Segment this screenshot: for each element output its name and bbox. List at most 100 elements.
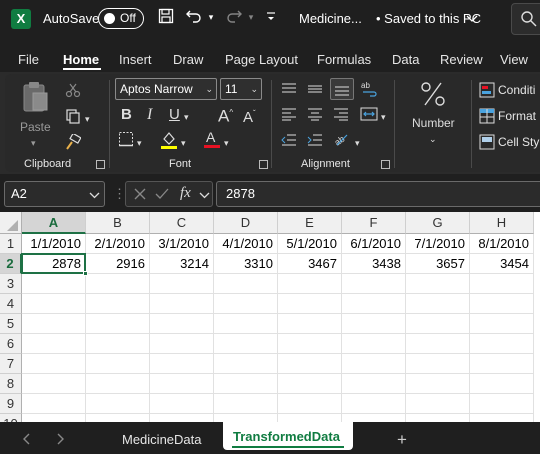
cell-e10[interactable] <box>278 414 342 422</box>
row-header-6[interactable]: 6 <box>0 334 22 354</box>
fill-color-icon[interactable] <box>160 130 178 155</box>
align-center-icon[interactable] <box>307 107 323 126</box>
font-color-dropdown-icon[interactable]: ▾ <box>224 134 229 152</box>
font-name-dropdown[interactable]: Aptos Narrow ⌄ <box>115 78 217 100</box>
alignment-launcher-icon[interactable] <box>381 160 390 169</box>
italic-icon[interactable]: I <box>147 106 152 124</box>
chevron-down-icon[interactable] <box>466 10 478 27</box>
cell-f2[interactable]: 3438 <box>342 254 406 274</box>
cell-f9[interactable] <box>342 394 406 414</box>
number-dropdown-icon[interactable]: ⌄ <box>429 130 437 148</box>
cell-f10[interactable] <box>342 414 406 422</box>
font-size-dropdown[interactable]: 11 ⌄ <box>220 78 262 100</box>
align-left-icon[interactable] <box>281 107 297 126</box>
orientation-icon[interactable]: ab <box>333 130 351 153</box>
cell-c8[interactable] <box>150 374 214 394</box>
cell-b9[interactable] <box>86 394 150 414</box>
cell-h7[interactable] <box>470 354 534 374</box>
cell-d8[interactable] <box>214 374 278 394</box>
column-header-g[interactable]: G <box>406 212 470 234</box>
autosave-toggle[interactable]: Off <box>98 8 144 29</box>
cell-e6[interactable] <box>278 334 342 354</box>
chevron-down-icon[interactable] <box>199 187 210 205</box>
cell-g4[interactable] <box>406 294 470 314</box>
conditional-formatting-button[interactable]: Conditi <box>498 83 535 97</box>
cell-e8[interactable] <box>278 374 342 394</box>
cell-g2[interactable]: 3657 <box>406 254 470 274</box>
cell-b1[interactable]: 2/1/2010 <box>86 234 150 254</box>
cell-c5[interactable] <box>150 314 214 334</box>
cell-b4[interactable] <box>86 294 150 314</box>
paste-dropdown-icon[interactable]: ▾ <box>31 134 36 152</box>
cell-f8[interactable] <box>342 374 406 394</box>
tab-page-layout[interactable]: Page Layout <box>225 52 298 67</box>
cell-c3[interactable] <box>150 274 214 294</box>
top-align-icon[interactable] <box>281 82 297 101</box>
cell-h9[interactable] <box>470 394 534 414</box>
tab-data[interactable]: Data <box>392 52 419 67</box>
orientation-dropdown-icon[interactable]: ▾ <box>355 134 360 152</box>
bottom-align-icon[interactable] <box>330 78 354 100</box>
cell-h6[interactable] <box>470 334 534 354</box>
column-header-a[interactable]: A <box>22 212 86 234</box>
cell-b8[interactable] <box>86 374 150 394</box>
cell-b7[interactable] <box>86 354 150 374</box>
cell-b3[interactable] <box>86 274 150 294</box>
cell-h4[interactable] <box>470 294 534 314</box>
cell-c4[interactable] <box>150 294 214 314</box>
cell-e2[interactable]: 3467 <box>278 254 342 274</box>
row-header-9[interactable]: 9 <box>0 394 22 414</box>
column-header-b[interactable]: B <box>86 212 150 234</box>
column-header-d[interactable]: D <box>214 212 278 234</box>
column-header-e[interactable]: E <box>278 212 342 234</box>
merge-center-icon[interactable] <box>360 106 378 127</box>
tab-view[interactable]: View <box>500 52 528 67</box>
scroll-right-icon[interactable] <box>55 432 65 450</box>
scroll-left-icon[interactable] <box>22 432 32 450</box>
cell-d5[interactable] <box>214 314 278 334</box>
underline-dropdown-icon[interactable]: ▾ <box>184 108 189 126</box>
cell-b6[interactable] <box>86 334 150 354</box>
underline-icon[interactable]: U <box>169 106 180 124</box>
format-as-table-icon[interactable] <box>479 108 495 129</box>
format-painter-icon[interactable] <box>65 132 82 155</box>
cell-g8[interactable] <box>406 374 470 394</box>
row-header-7[interactable]: 7 <box>0 354 22 374</box>
format-as-table-button[interactable]: Format <box>498 109 536 123</box>
spreadsheet-grid[interactable]: A B C D E F G H 1 1/1/2010 2/1/2010 3/1/2010 4/1/201… <box>0 212 540 422</box>
chevron-down-icon[interactable] <box>89 187 100 205</box>
fill-handle[interactable] <box>83 271 88 276</box>
undo-dropdown-icon[interactable]: ▾ <box>206 12 216 23</box>
cell-e7[interactable] <box>278 354 342 374</box>
merge-dropdown-icon[interactable]: ▾ <box>381 108 386 126</box>
cell-f4[interactable] <box>342 294 406 314</box>
copy-icon[interactable] <box>65 108 81 129</box>
cell-a10[interactable] <box>22 414 86 422</box>
borders-icon[interactable] <box>118 131 134 152</box>
cell-g3[interactable] <box>406 274 470 294</box>
cell-a4[interactable] <box>22 294 86 314</box>
row-header-2[interactable]: 2 <box>0 254 22 274</box>
cell-c6[interactable] <box>150 334 214 354</box>
copy-dropdown-icon[interactable]: ▾ <box>85 110 90 128</box>
cell-b10[interactable] <box>86 414 150 422</box>
cell-e3[interactable] <box>278 274 342 294</box>
cell-g7[interactable] <box>406 354 470 374</box>
cell-f3[interactable] <box>342 274 406 294</box>
row-header-8[interactable]: 8 <box>0 374 22 394</box>
tab-formulas[interactable]: Formulas <box>317 52 371 67</box>
borders-dropdown-icon[interactable]: ▾ <box>137 134 142 152</box>
increase-font-icon[interactable]: A^ <box>218 104 233 126</box>
row-header-10[interactable]: 10 <box>0 414 22 422</box>
row-header-1[interactable]: 1 <box>0 234 22 254</box>
cell-g9[interactable] <box>406 394 470 414</box>
cell-c7[interactable] <box>150 354 214 374</box>
cell-d6[interactable] <box>214 334 278 354</box>
paste-icon[interactable] <box>21 80 51 119</box>
cell-styles-button[interactable]: Cell Styl <box>498 135 540 149</box>
cut-icon[interactable] <box>65 82 81 103</box>
select-all-button[interactable] <box>0 212 22 234</box>
cell-e9[interactable] <box>278 394 342 414</box>
cell-e1[interactable]: 5/1/2010 <box>278 234 342 254</box>
column-header-h[interactable]: H <box>470 212 534 234</box>
